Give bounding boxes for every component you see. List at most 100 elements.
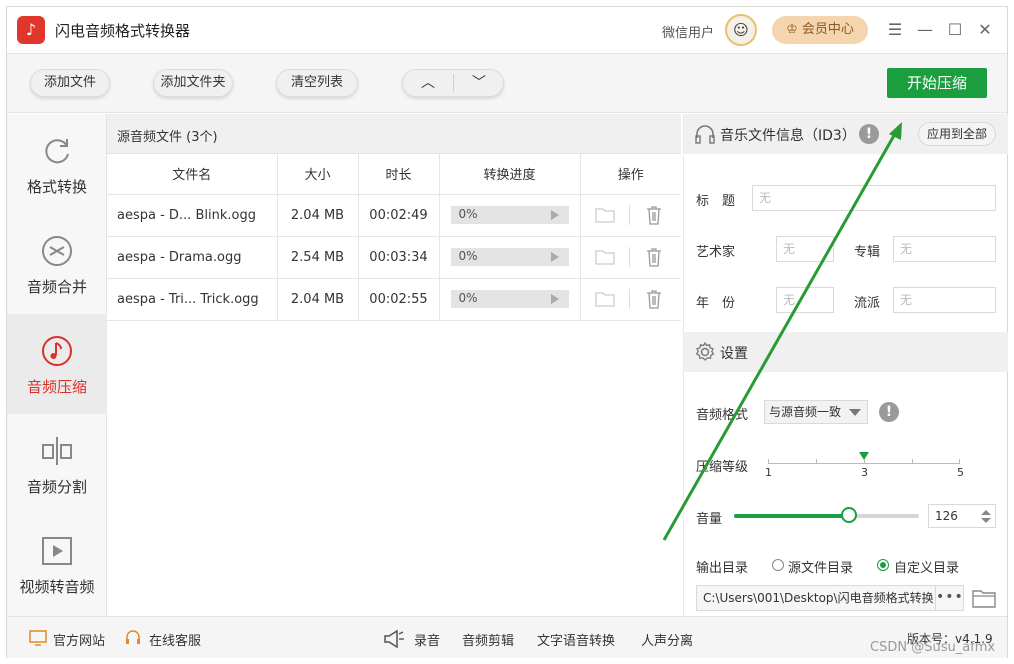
vocal-split-link[interactable]: 人声分离	[641, 630, 693, 649]
clear-list-button[interactable]: 清空列表	[276, 69, 358, 97]
action-divider	[628, 246, 630, 267]
level-tick	[768, 459, 769, 464]
merge-icon	[42, 236, 72, 266]
file-duration: 00:02:55	[358, 278, 440, 321]
action-divider	[628, 288, 630, 309]
level-tick	[864, 459, 865, 464]
file-table: 文件名 大小 时长 转换进度 操作 aespa - D... Blink.ogg…	[107, 154, 681, 321]
file-name: aespa - Tri... Trick.ogg	[107, 278, 278, 321]
sidebar-item-audio-compress[interactable]: 音频压缩	[7, 314, 107, 414]
app-title: 闪电音频格式转换器	[55, 22, 191, 40]
music-note-icon	[42, 336, 72, 366]
progress-bar: 0%	[450, 248, 569, 266]
browse-more-button[interactable]: •••	[936, 585, 964, 611]
info-icon[interactable]: !	[859, 124, 879, 144]
footer-bar: 官方网站 在线客服 录音 音频剪辑 文字语音转换 人声分离 版本号：v4.1.9	[7, 616, 1007, 658]
actions-cell	[580, 236, 681, 279]
music-info-header: 音乐文件信息（ID3） ! 应用到全部	[684, 114, 1008, 154]
radio-source-dir[interactable]	[772, 559, 784, 571]
move-down-button[interactable]: ﹀	[454, 70, 504, 96]
folder-icon[interactable]	[972, 588, 996, 608]
action-divider	[628, 204, 630, 225]
spin-down-icon[interactable]	[981, 518, 991, 523]
delete-icon[interactable]	[644, 247, 664, 267]
volume-label: 音量	[696, 512, 723, 527]
radio-custom-dir[interactable]	[877, 559, 889, 571]
open-folder-icon[interactable]	[594, 249, 615, 265]
play-icon[interactable]	[550, 252, 559, 262]
sidebar-item-label: 视频转音频	[19, 578, 95, 596]
level-min: 1	[765, 466, 772, 479]
avatar[interactable]: ☺	[725, 14, 757, 46]
artist-label: 艺术家	[696, 245, 736, 260]
level-tick	[912, 459, 913, 464]
audio-edit-link[interactable]: 音频剪辑	[462, 630, 514, 649]
column-header: 时长	[358, 154, 440, 195]
title-input[interactable]: 无	[752, 185, 996, 211]
menu-icon[interactable]: ☰	[883, 18, 907, 42]
actions-cell	[580, 278, 681, 321]
delete-icon[interactable]	[644, 289, 664, 309]
file-duration: 00:02:49	[358, 194, 440, 237]
genre-input[interactable]: 无	[893, 287, 996, 313]
megaphone-icon	[384, 629, 404, 649]
gear-icon	[695, 341, 715, 361]
sidebar-item-format-convert[interactable]: 格式转换	[7, 114, 107, 214]
delete-icon[interactable]	[644, 205, 664, 225]
custom-dir-label[interactable]: 自定义目录	[894, 557, 959, 576]
settings-title: 设置	[720, 346, 748, 362]
maximize-icon[interactable]: ☐	[943, 18, 967, 42]
sidebar: 格式转换 音频合并 音频压缩 音频分割 视频转音频	[7, 114, 107, 616]
level-tick	[816, 459, 817, 464]
support-link[interactable]: 在线客服	[149, 630, 201, 649]
vip-center-button[interactable]: ♔ 会员中心	[772, 16, 868, 44]
progress-bar: 0%	[450, 290, 569, 308]
volume-slider[interactable]	[734, 507, 919, 523]
year-input[interactable]: 无	[776, 287, 834, 313]
open-folder-icon[interactable]	[594, 291, 615, 307]
output-path-input[interactable]: C:\Users\001\Desktop\闪电音频格式转换	[696, 585, 936, 611]
start-compress-button[interactable]: 开始压缩	[887, 68, 987, 98]
table-row[interactable]: aespa - Drama.ogg 2.54 MB 00:03:34 0%	[107, 236, 681, 279]
volume-knob[interactable]	[841, 507, 857, 523]
right-panel: 音乐文件信息（ID3） ! 应用到全部 标 题 无 艺术家 无 专辑 无 年 份…	[683, 114, 1008, 616]
play-icon[interactable]	[550, 210, 559, 220]
volume-input[interactable]: 126	[928, 504, 996, 528]
progress-bar: 0%	[450, 206, 569, 224]
table-row[interactable]: aespa - D... Blink.ogg 2.04 MB 00:02:49 …	[107, 194, 681, 237]
column-header: 大小	[277, 154, 359, 195]
add-folder-button[interactable]: 添加文件夹	[153, 69, 233, 97]
website-link[interactable]: 官方网站	[53, 630, 105, 649]
artist-input[interactable]: 无	[776, 236, 834, 262]
format-select[interactable]: 与源音频一致	[764, 400, 868, 424]
user-name[interactable]: 微信用户	[662, 22, 714, 41]
level-label: 压缩等级	[696, 460, 749, 475]
move-up-button[interactable]: ︿	[403, 70, 453, 96]
spin-up-icon[interactable]	[981, 510, 991, 515]
open-folder-icon[interactable]	[594, 207, 615, 223]
play-icon[interactable]	[550, 294, 559, 304]
format-info-icon[interactable]: !	[879, 402, 899, 422]
file-duration: 00:03:34	[358, 236, 440, 279]
toolbar: 添加文件 添加文件夹 清空列表 ︿ ﹀ 开始压缩	[7, 53, 1007, 113]
add-file-button[interactable]: 添加文件	[30, 69, 110, 97]
record-link[interactable]: 录音	[414, 630, 440, 649]
sidebar-item-audio-split[interactable]: 音频分割	[7, 414, 107, 514]
close-icon[interactable]: ✕	[973, 18, 997, 42]
minimize-icon[interactable]: —	[913, 18, 937, 42]
tts-link[interactable]: 文字语音转换	[537, 630, 615, 649]
album-input[interactable]: 无	[893, 236, 996, 262]
table-row[interactable]: aespa - Tri... Trick.ogg 2.04 MB 00:02:5…	[107, 278, 681, 321]
source-dir-label[interactable]: 源文件目录	[788, 557, 853, 576]
file-name: aespa - D... Blink.ogg	[107, 194, 278, 237]
album-label: 专辑	[854, 245, 881, 260]
apply-all-button[interactable]: 应用到全部	[918, 122, 996, 146]
headphones-icon	[695, 125, 715, 144]
level-track[interactable]	[768, 459, 960, 464]
sidebar-item-audio-merge[interactable]: 音频合并	[7, 214, 107, 314]
monitor-icon	[29, 630, 47, 646]
year-label: 年 份	[696, 296, 736, 311]
format-value: 与源音频一致	[769, 405, 842, 419]
sidebar-item-video-to-audio[interactable]: 视频转音频	[7, 514, 107, 614]
move-buttons: ︿ ﹀	[402, 69, 504, 97]
